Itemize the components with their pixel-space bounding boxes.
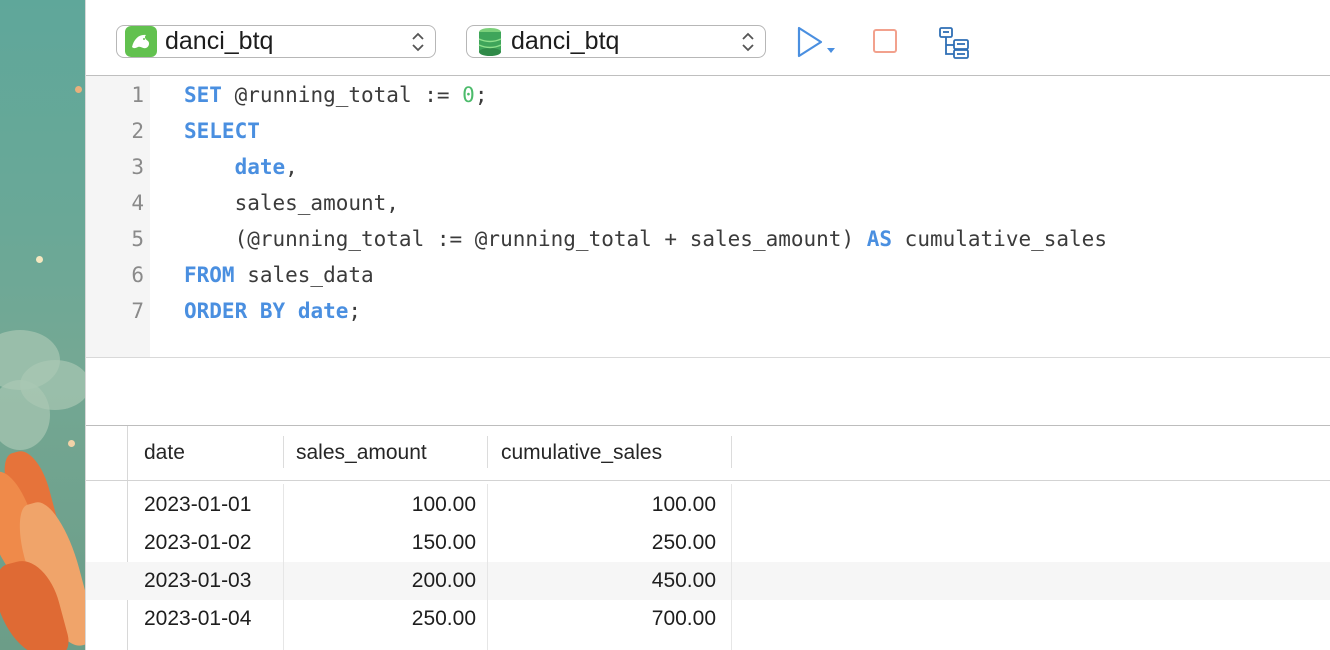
line-number: 2 (131, 119, 144, 143)
dropdown-arrow-icon (827, 48, 835, 53)
play-icon (797, 26, 823, 58)
table-row[interactable]: 2023-01-04 250.00 700.00 (86, 600, 1330, 638)
header-bottom-border (86, 480, 1330, 481)
database-selector[interactable]: danci_btq (466, 25, 766, 58)
sql-keyword: SET (184, 83, 222, 107)
code-text: date, (184, 149, 298, 185)
sql-text: sales_amount, (184, 191, 399, 215)
code-text: FROM sales_data (184, 257, 374, 293)
query-toolbar: danci_btq danci_btq (86, 0, 1330, 76)
desktop-wallpaper (0, 0, 85, 650)
cell-date[interactable]: 2023-01-02 (144, 524, 272, 562)
sql-text: (@running_total := @running_total + sale… (184, 227, 867, 251)
connection-selector[interactable]: danci_btq (116, 25, 436, 58)
sql-keyword: FROM (184, 263, 235, 287)
results-grid: date sales_amount cumulative_sales 2023-… (86, 426, 1330, 650)
line-number: 7 (131, 299, 144, 323)
code-text: SELECT (184, 113, 260, 149)
chevron-updown-icon (742, 32, 754, 52)
run-query-button[interactable] (797, 26, 839, 58)
column-header-date[interactable]: date (144, 426, 185, 480)
column-header-cumulative-sales[interactable]: cumulative_sales (501, 426, 662, 480)
sql-keyword: date (234, 155, 286, 179)
mysql-dolphin-icon (125, 26, 157, 57)
column-divider (487, 484, 488, 650)
cell-cumulative-sales[interactable]: 700.00 (501, 600, 716, 638)
cell-sales-amount[interactable]: 200.00 (296, 562, 476, 600)
column-resize-handle[interactable] (283, 436, 284, 468)
explain-button[interactable] (938, 26, 974, 60)
cell-date[interactable]: 2023-01-01 (144, 486, 272, 524)
sql-text: , (285, 155, 298, 179)
sql-text: sales_data (234, 263, 374, 287)
sql-keyword: AS (866, 227, 893, 251)
code-text: SET @running_total := 0; (184, 77, 487, 113)
line-number: 1 (131, 83, 144, 107)
sql-text: @running_total := (221, 83, 463, 107)
line-number: 5 (131, 227, 144, 251)
connection-name: danci_btq (165, 27, 274, 55)
table-row[interactable]: 2023-01-01 100.00 100.00 (86, 486, 1330, 524)
database-name: danci_btq (511, 27, 620, 55)
sql-text: ; (348, 299, 362, 323)
cell-date[interactable]: 2023-01-04 (144, 600, 272, 638)
code-text: sales_amount, (184, 185, 399, 221)
cell-date[interactable]: 2023-01-03 (144, 562, 272, 600)
line-number: 3 (131, 155, 144, 179)
cell-cumulative-sales[interactable]: 250.00 (501, 524, 716, 562)
column-resize-handle[interactable] (731, 436, 732, 468)
cell-sales-amount[interactable]: 150.00 (296, 524, 476, 562)
cell-sales-amount[interactable]: 100.00 (296, 486, 476, 524)
cell-cumulative-sales[interactable]: 100.00 (501, 486, 716, 524)
sql-keyword: ORDER BY (184, 299, 286, 323)
cell-cumulative-sales[interactable]: 450.00 (501, 562, 716, 600)
editor-divider (86, 357, 1330, 358)
table-row[interactable]: 2023-01-03 200.00 450.00 (86, 562, 1330, 600)
table-row[interactable]: 2023-01-02 150.00 250.00 (86, 524, 1330, 562)
code-text: ORDER BY date; (184, 293, 361, 329)
column-divider (283, 484, 284, 650)
sql-keyword: date (297, 299, 349, 323)
sql-number: 0 (462, 83, 475, 107)
column-header-sales-amount[interactable]: sales_amount (296, 426, 427, 480)
code-text: (@running_total := @running_total + sale… (184, 221, 1107, 257)
line-number: 4 (131, 191, 144, 215)
line-number: 6 (131, 263, 144, 287)
stop-query-button[interactable] (873, 29, 897, 53)
column-divider (731, 484, 732, 650)
database-stack-icon (478, 27, 502, 56)
explain-tree-icon (939, 27, 969, 59)
sql-editor[interactable]: 1 SET @running_total := 0; 2 SELECT 3 date, 4… (86, 76, 1330, 357)
sql-text: ; (474, 83, 488, 107)
sql-text: cumulative_sales (892, 227, 1107, 251)
cell-sales-amount[interactable]: 250.00 (296, 600, 476, 638)
column-resize-handle[interactable] (487, 436, 488, 468)
sql-keyword: SELECT (184, 119, 260, 143)
chevron-updown-icon (412, 32, 424, 52)
